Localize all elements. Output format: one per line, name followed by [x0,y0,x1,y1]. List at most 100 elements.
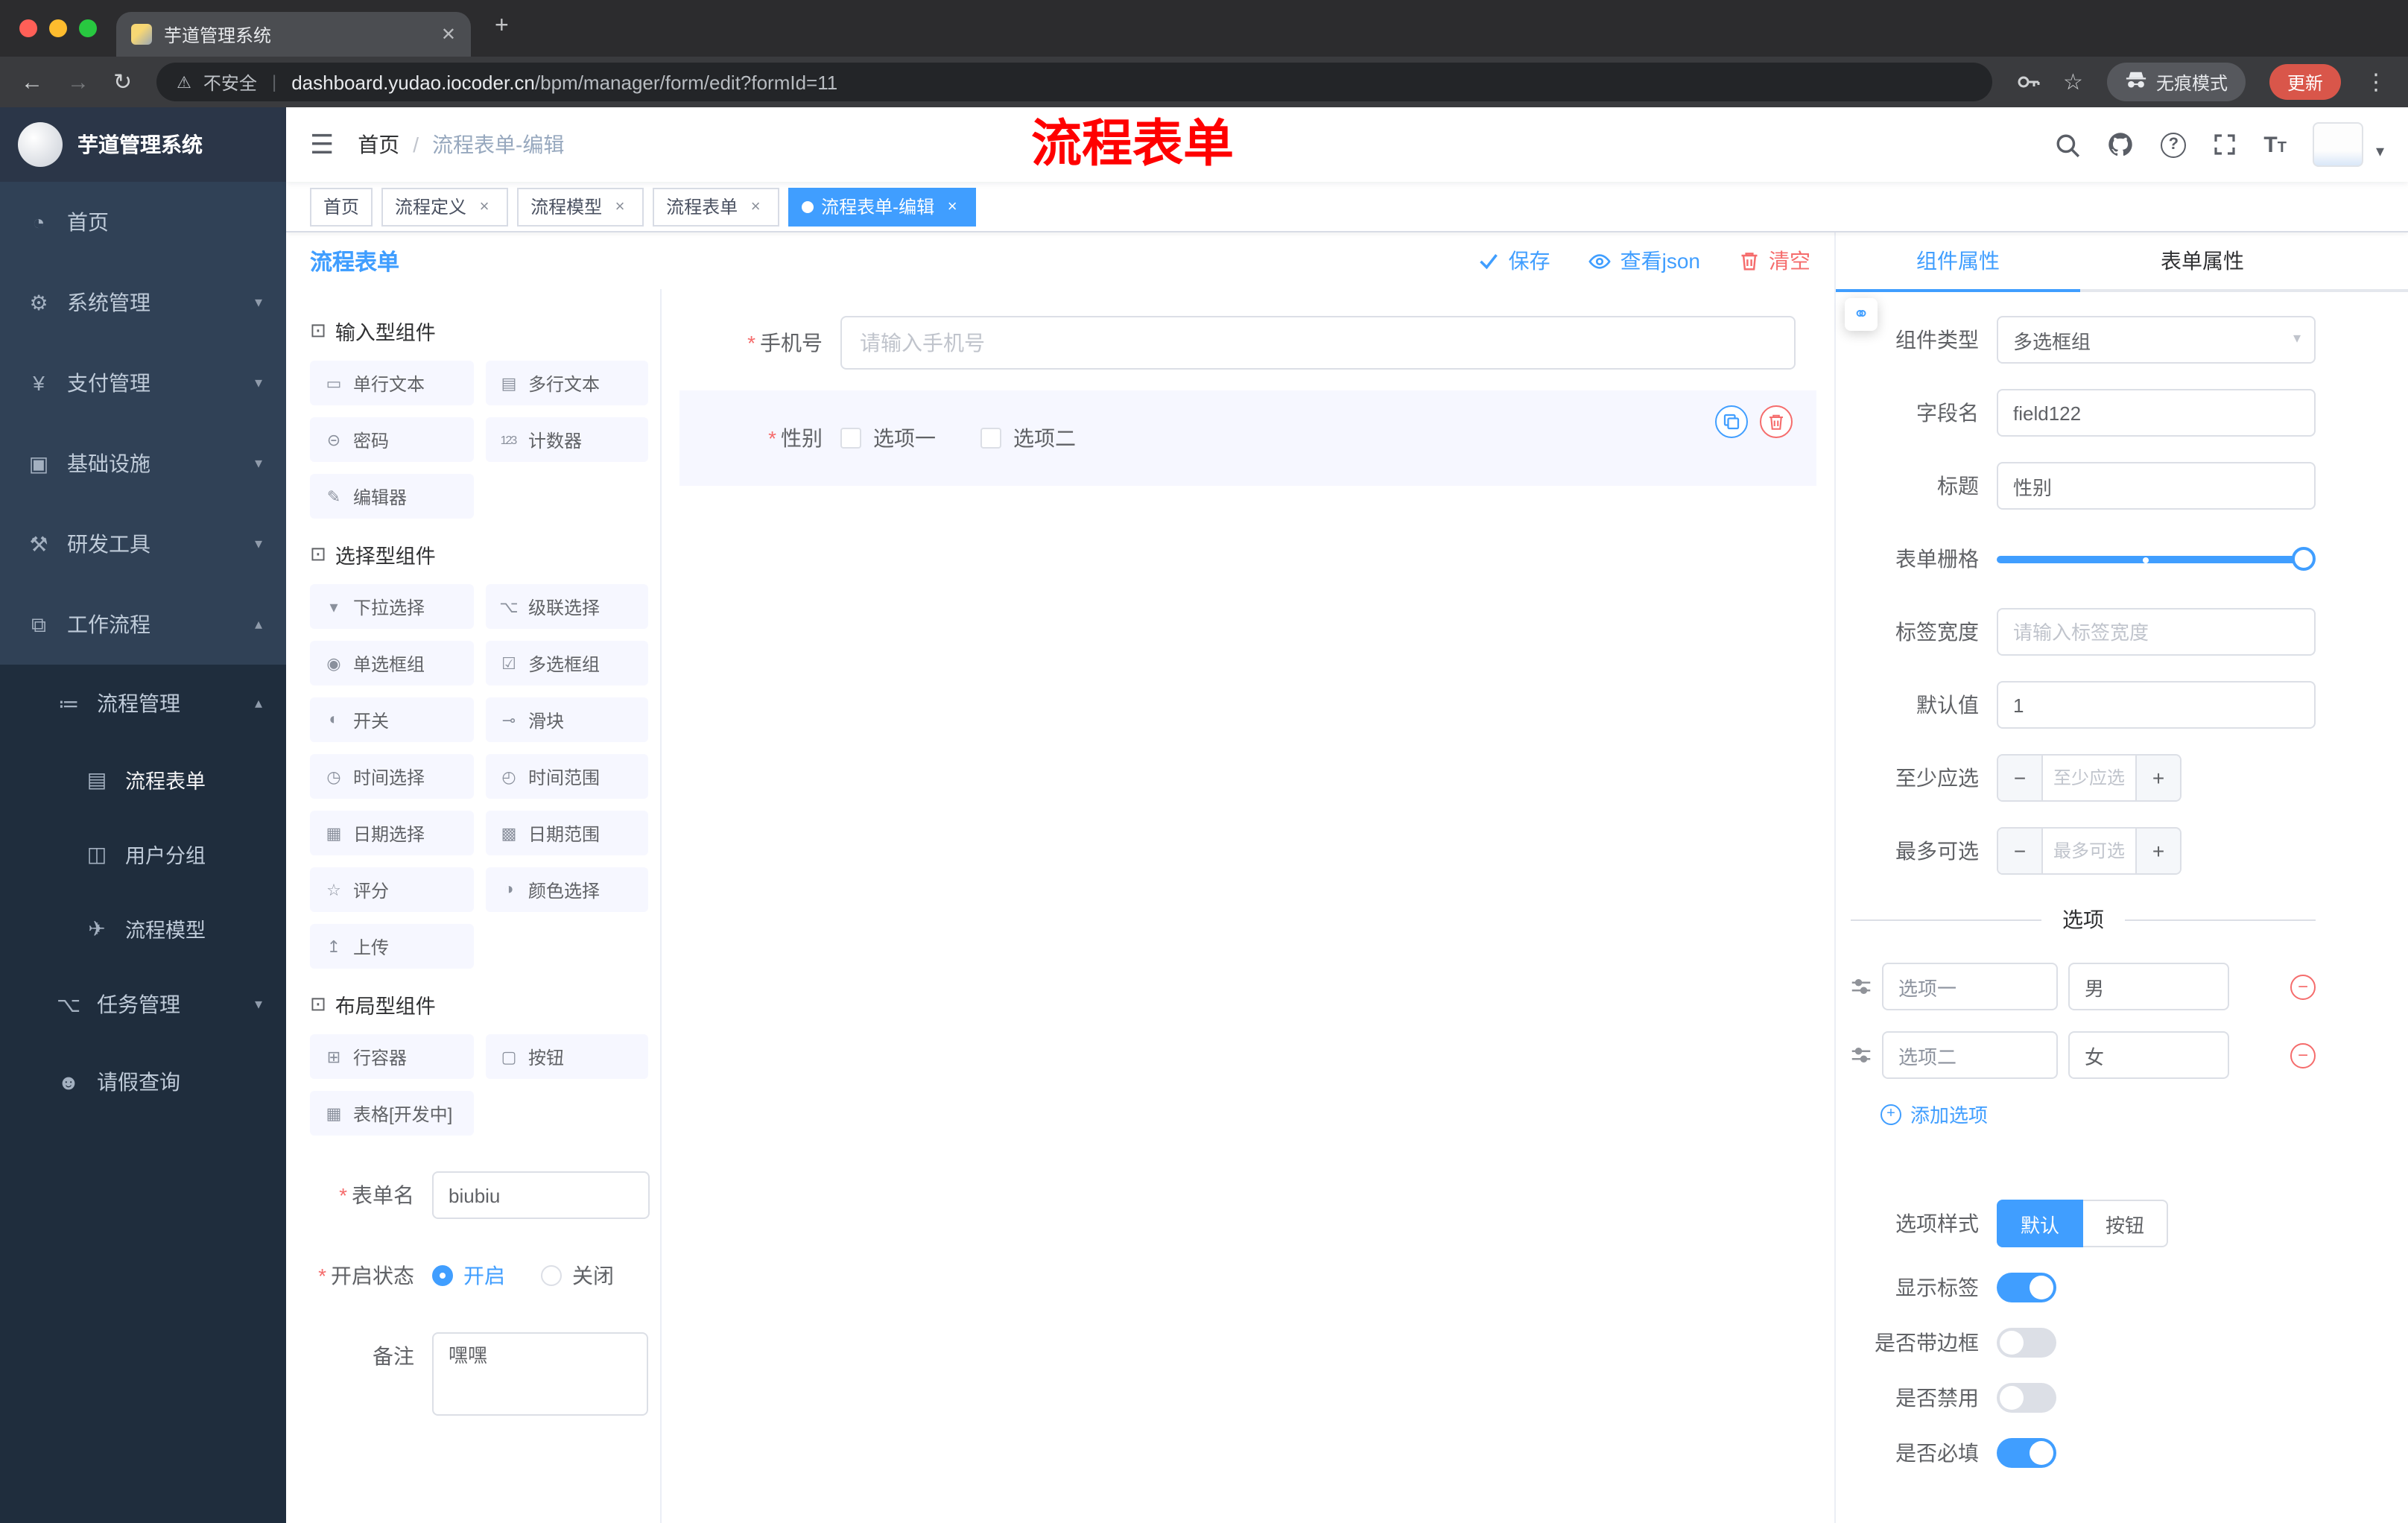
sidebar-item-payment[interactable]: ¥ 支付管理 ▾ [0,343,286,423]
remove-option-icon[interactable]: − [2290,1042,2316,1068]
max-select-input[interactable] [2043,829,2135,873]
browser-menu-icon[interactable]: ⋮ [2365,71,2387,93]
palette-item[interactable]: ▩ 日期范围 [485,811,648,855]
sidebar-item-devtools[interactable]: ⚒ 研发工具 ▾ [0,504,286,584]
default-value-input[interactable] [1997,681,2316,729]
copy-item-button[interactable] [1715,405,1748,438]
form-name-input[interactable] [432,1171,650,1219]
border-toggle[interactable] [1997,1328,2056,1358]
slider-track[interactable] [1997,556,2304,563]
drag-handle-icon[interactable] [1851,976,1872,997]
palette-item[interactable]: ⊞ 行容器 [310,1034,473,1079]
palette-item[interactable]: ☑ 多选框组 [485,641,648,685]
tag-process-definition[interactable]: 流程定义 × [381,187,509,226]
update-browser-button[interactable]: 更新 [2269,64,2341,100]
palette-item[interactable]: ⊝ 密码 [310,417,473,462]
tag-process-model[interactable]: 流程模型 × [517,187,644,226]
label-width-input[interactable] [1997,608,2316,656]
forward-button[interactable]: → [67,71,89,93]
clear-button[interactable]: 清空 [1739,246,1810,276]
tag-close-icon[interactable]: × [745,197,766,215]
palette-item[interactable]: ▾ 下拉选择 [310,584,473,629]
add-option-button[interactable]: + 添加选项 [1881,1100,2316,1128]
palette-item[interactable]: ▢ 按钮 [485,1034,648,1079]
font-size-icon[interactable]: TT [2263,132,2287,157]
palette-item[interactable]: ▦ 日期选择 [310,811,473,855]
avatar[interactable] [2313,122,2364,167]
bookmark-star-icon[interactable]: ☆ [2063,69,2083,95]
sidebar-item-process-management[interactable]: ≔ 流程管理 ▴ [0,665,286,742]
sidebar-item-process-form[interactable]: ▤ 流程表单 [0,742,286,817]
increase-button[interactable]: + [2135,756,2180,800]
tab-form-props[interactable]: 表单属性 [2080,232,2325,289]
required-toggle[interactable] [1997,1438,2056,1468]
slider-handle[interactable] [2292,547,2316,571]
view-json-button[interactable]: 查看json [1588,246,1700,276]
selected-form-item[interactable]: * 性别 选项一 选项二 [679,390,1816,486]
breadcrumb-home[interactable]: 首页 [358,133,399,156]
hamburger-icon[interactable]: ☰ [310,129,334,160]
gender-option-checkbox[interactable]: 选项一 [840,423,936,453]
palette-item[interactable]: ◴ 时间范围 [485,754,648,799]
help-icon[interactable]: ? [2161,132,2187,157]
checkbox-box[interactable] [840,428,861,449]
browser-tab[interactable]: 芋道管理系统 ✕ [116,12,471,57]
form-grid-slider[interactable] [1997,535,2316,583]
palette-item[interactable]: ✎ 编辑器 [310,474,473,519]
palette-item[interactable]: ▤ 多行文本 [485,361,648,405]
decrease-button[interactable]: − [1998,756,2043,800]
palette-item[interactable]: ◷ 时间选择 [310,754,473,799]
link-icon[interactable]: ⚭ [1845,298,1878,331]
palette-item[interactable]: ⊸ 滑块 [485,697,648,742]
search-icon[interactable] [2055,132,2080,157]
form-canvas[interactable]: * 手机号 请输入手机号 * 性别 选项一 选项二 [662,289,1834,1523]
new-tab-button[interactable]: + [495,13,509,40]
palette-item[interactable]: ◉ 单选框组 [310,641,473,685]
disabled-toggle[interactable] [1997,1383,2056,1413]
tag-close-icon[interactable]: × [474,197,495,215]
delete-item-button[interactable] [1760,405,1793,438]
gender-field-row[interactable]: * 性别 选项一 选项二 [679,423,1796,453]
tag-process-form-edit[interactable]: 流程表单-编辑 × [788,187,977,226]
field-name-input[interactable] [1997,389,2316,437]
sidebar-item-home[interactable]: ◔ 首页 [0,182,286,262]
tab-component-props[interactable]: 组件属性 [1836,232,2080,292]
back-button[interactable]: ← [21,71,43,93]
sidebar-item-system[interactable]: ⚙ 系统管理 ▾ [0,262,286,343]
palette-item[interactable]: ↥ 上传 [310,924,473,969]
decrease-button[interactable]: − [1998,829,2043,873]
option-name-input[interactable] [1882,963,2058,1010]
remove-option-icon[interactable]: − [2290,974,2316,999]
status-on-radio[interactable]: 开启 [432,1261,505,1291]
sidebar-item-workflow[interactable]: ⧉ 工作流程 ▴ [0,584,286,665]
component-type-value[interactable] [1997,316,2316,364]
palette-item[interactable]: ☆ 评分 [310,867,473,912]
palette-item[interactable]: 123 计数器 [485,417,648,462]
minimize-window-button[interactable] [49,19,67,37]
palette-item[interactable]: ▭ 单行文本 [310,361,473,405]
sidebar-item-infra[interactable]: ▣ 基础设施 ▾ [0,423,286,504]
github-icon[interactable] [2107,131,2134,158]
gender-option-checkbox[interactable]: 选项二 [980,423,1076,453]
palette-item[interactable]: ⌥ 级联选择 [485,584,648,629]
sidebar-item-user-group[interactable]: ◫ 用户分组 [0,817,286,891]
app-logo[interactable]: 芋道管理系统 [0,107,286,182]
status-off-radio[interactable]: 关闭 [541,1261,614,1291]
url-input[interactable]: ⚠ 不安全 | dashboard.yudao.iocoder.cn/bpm/m… [156,63,1992,101]
component-type-select[interactable]: ▾ [1997,316,2316,364]
option-style-button-button[interactable]: 按钮 [2083,1200,2169,1247]
reload-button[interactable]: ↻ [113,71,132,93]
zoom-window-button[interactable] [79,19,97,37]
option-value-input[interactable] [2068,1031,2229,1079]
option-style-default-button[interactable]: 默认 [1997,1200,2084,1247]
tag-process-form[interactable]: 流程表单 × [653,187,780,226]
password-key-icon[interactable] [2015,70,2039,94]
checkbox-box[interactable] [980,428,1001,449]
tag-close-icon[interactable]: × [609,197,630,215]
tag-home[interactable]: 首页 [310,187,373,226]
increase-button[interactable]: + [2135,829,2180,873]
avatar-caret-icon[interactable]: ▾ [2376,142,2384,161]
palette-item[interactable]: ◑ 颜色选择 [485,867,648,912]
close-window-button[interactable] [19,19,37,37]
sidebar-item-process-model[interactable]: ✈ 流程模型 [0,891,286,966]
